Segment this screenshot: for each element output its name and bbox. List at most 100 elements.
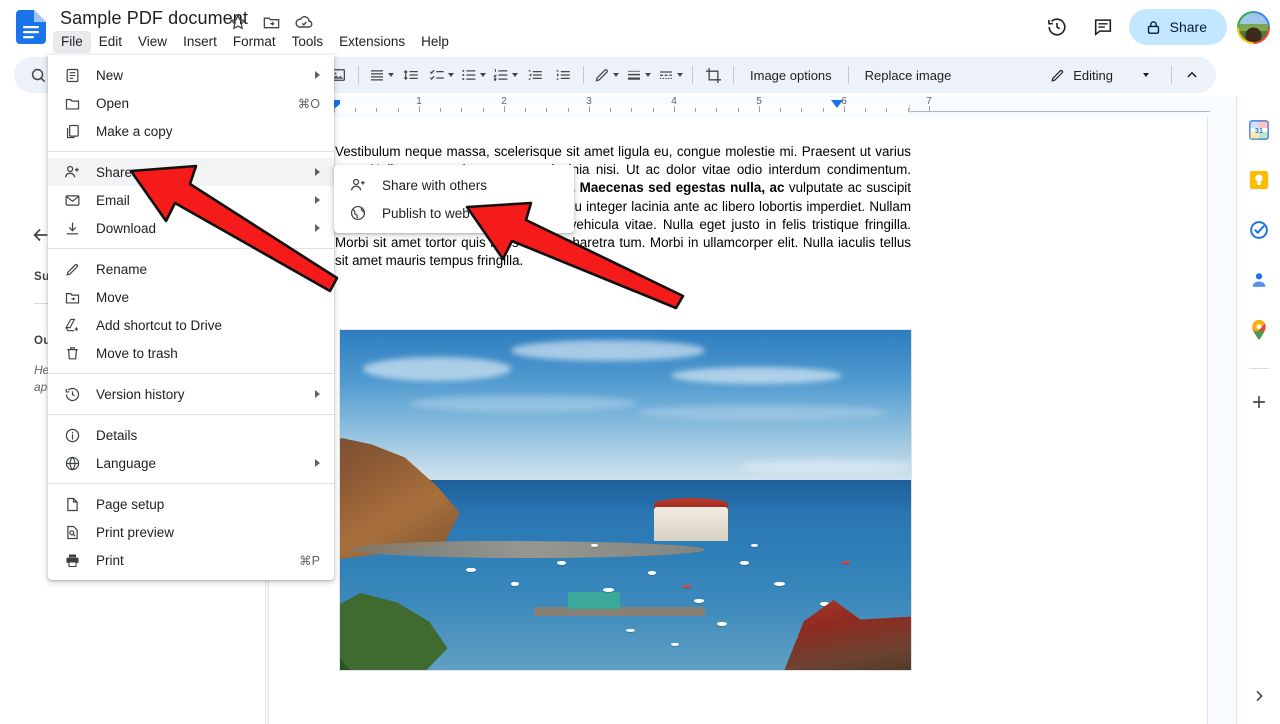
editing-mode-label: Editing	[1073, 67, 1113, 83]
menu-item-language-label: Language	[96, 455, 157, 471]
menu-item-add-shortcut-to-drive-label: Add shortcut to Drive	[96, 317, 223, 333]
move-to-folder-icon[interactable]	[261, 12, 281, 32]
docs-logo-icon[interactable]	[14, 9, 48, 45]
new-doc-icon	[62, 65, 82, 85]
menu-edit[interactable]: Edit	[91, 31, 130, 53]
image-options-button[interactable]: Image options	[740, 62, 842, 88]
menu-item-new[interactable]: New	[48, 61, 334, 89]
google-tasks-icon[interactable]	[1247, 218, 1271, 242]
share-person-icon	[348, 175, 368, 195]
collapse-toolbar-button[interactable]	[1178, 61, 1206, 89]
replace-image-button[interactable]: Replace image	[855, 62, 962, 88]
drive-shortcut-icon	[62, 315, 82, 335]
menu-file[interactable]: File	[53, 31, 91, 53]
menu-item-language[interactable]: Language	[48, 449, 334, 477]
horizontal-ruler[interactable]: 1 2 3 4 5 6 7	[266, 96, 1236, 117]
expand-side-panel-button[interactable]	[1247, 684, 1271, 708]
menu-item-page-setup[interactable]: Page setup	[48, 490, 334, 518]
menu-item-email-label: Email	[96, 192, 130, 208]
move-folder-icon	[62, 287, 82, 307]
globe-web-icon	[348, 203, 368, 223]
menu-item-add-shortcut-to-drive[interactable]: Add shortcut to Drive	[48, 311, 334, 339]
menu-item-print-preview[interactable]: Print preview	[48, 518, 334, 546]
menu-item-print-shortcut: ⌘P	[299, 553, 320, 568]
comment-icon[interactable]	[1083, 7, 1123, 47]
version-history-icon[interactable]	[1037, 7, 1077, 47]
menu-item-print-label: Print	[96, 552, 124, 568]
menu-separator	[48, 483, 334, 484]
svg-text:31: 31	[1255, 126, 1263, 135]
increase-indent-button[interactable]	[549, 61, 577, 89]
copy-icon	[62, 121, 82, 141]
google-calendar-icon[interactable]: 31	[1247, 118, 1271, 142]
harbor-photo[interactable]	[339, 329, 912, 671]
chevron-down-icon	[448, 73, 454, 77]
app-header: Sample PDF document File Edit View Inser…	[0, 0, 1280, 54]
menu-format[interactable]: Format	[225, 31, 284, 53]
avatar[interactable]	[1237, 10, 1270, 44]
menu-separator	[48, 414, 334, 415]
crop-button[interactable]	[699, 61, 727, 89]
chevron-down-icon	[677, 73, 683, 77]
menu-item-open[interactable]: Open ⌘O	[48, 89, 334, 117]
menu-view[interactable]: View	[130, 31, 175, 53]
cloud-saved-icon[interactable]	[294, 12, 314, 32]
ruler-number-1: 1	[416, 96, 422, 107]
ruler-number-7: 7	[926, 96, 932, 107]
chevron-down-icon	[613, 73, 619, 77]
menu-separator	[48, 248, 334, 249]
star-icon[interactable]	[228, 12, 248, 32]
share-submenu[interactable]: Share with others Publish to web	[334, 165, 574, 233]
submenu-item-share-with-others-label: Share with others	[382, 177, 488, 193]
menu-item-make-a-copy[interactable]: Make a copy	[48, 117, 334, 145]
page-title[interactable]: Sample PDF document	[56, 6, 252, 31]
menu-item-download[interactable]: Download	[48, 214, 334, 242]
bulleted-list-button[interactable]	[457, 61, 489, 89]
menu-extensions[interactable]: Extensions	[331, 31, 413, 53]
menu-item-print[interactable]: Print ⌘P	[48, 546, 334, 574]
menu-item-move[interactable]: Move	[48, 283, 334, 311]
menu-insert[interactable]: Insert	[175, 31, 225, 53]
google-keep-icon[interactable]	[1247, 168, 1271, 192]
border-weight-button[interactable]	[622, 61, 654, 89]
menu-help[interactable]: Help	[413, 31, 457, 53]
submenu-item-share-with-others[interactable]: Share with others	[334, 171, 574, 199]
google-maps-icon[interactable]	[1247, 318, 1271, 342]
chevron-right-icon	[315, 390, 320, 398]
menu-item-version-history[interactable]: Version history	[48, 380, 334, 408]
align-button[interactable]	[365, 61, 397, 89]
editing-mode-button[interactable]: Editing	[1041, 67, 1117, 84]
menu-item-move-to-trash-label: Move to trash	[96, 345, 178, 361]
info-icon	[62, 425, 82, 445]
rail-divider	[1249, 368, 1269, 369]
download-icon	[62, 218, 82, 238]
trash-icon	[62, 343, 82, 363]
menu-item-move-to-trash[interactable]: Move to trash	[48, 339, 334, 367]
menu-item-share-label: Share	[96, 164, 133, 180]
border-color-button[interactable]	[590, 61, 622, 89]
editing-mode-caret[interactable]	[1131, 61, 1159, 89]
menu-item-rename[interactable]: Rename	[48, 255, 334, 283]
menu-item-email[interactable]: Email	[48, 186, 334, 214]
menu-tools[interactable]: Tools	[284, 31, 332, 53]
checklist-button[interactable]	[425, 61, 457, 89]
share-button[interactable]: Share	[1128, 9, 1227, 45]
menu-item-page-setup-label: Page setup	[96, 496, 165, 512]
menu-separator	[48, 151, 334, 152]
chevron-down-icon	[512, 73, 518, 77]
border-dash-button[interactable]	[654, 61, 686, 89]
add-side-panel-button[interactable]	[1247, 390, 1271, 414]
menu-item-rename-label: Rename	[96, 261, 148, 277]
right-indent-marker[interactable]	[831, 100, 843, 108]
google-contacts-icon[interactable]	[1247, 268, 1271, 292]
menu-item-details-label: Details	[96, 427, 138, 443]
submenu-item-publish-to-web-label: Publish to web	[382, 205, 470, 221]
decrease-indent-button[interactable]	[521, 61, 549, 89]
file-menu-dropdown[interactable]: New Open ⌘O Make a copy Share Email Down…	[48, 55, 334, 580]
menu-item-details[interactable]: Details	[48, 421, 334, 449]
line-spacing-button[interactable]	[397, 61, 425, 89]
chevron-right-icon	[315, 196, 320, 204]
menu-item-share[interactable]: Share	[48, 158, 334, 186]
numbered-list-button[interactable]	[489, 61, 521, 89]
submenu-item-publish-to-web[interactable]: Publish to web	[334, 199, 574, 227]
